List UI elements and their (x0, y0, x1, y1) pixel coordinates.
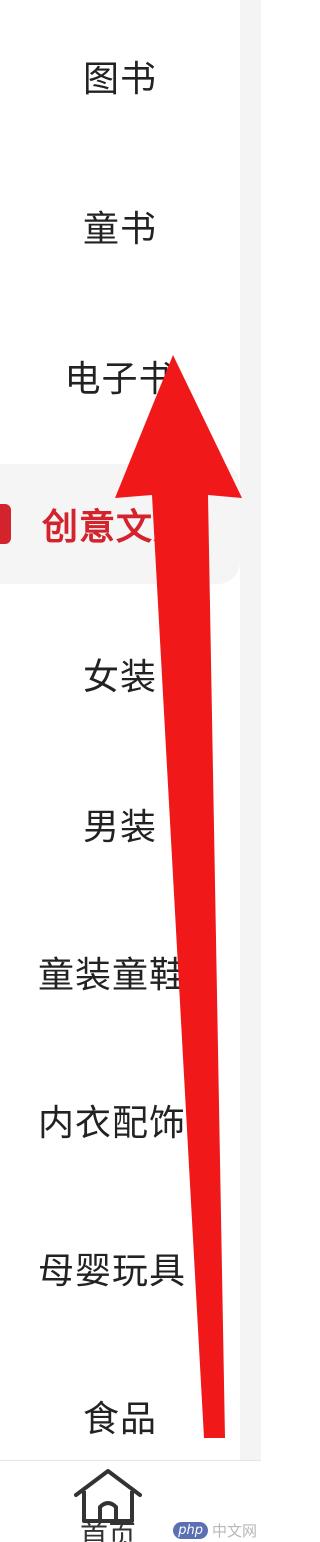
home-icon (74, 1469, 142, 1523)
tab-home-label: 首页 (79, 1519, 136, 1542)
sidebar-item-mens-clothing[interactable]: 男装 (0, 764, 240, 884)
sidebar-item-ebooks[interactable]: 电子书 (0, 316, 240, 436)
sidebar-item-creative-stationery[interactable]: 创意文具 (0, 464, 240, 584)
sidebar-item-food[interactable]: 食品 (0, 1356, 240, 1476)
sidebar-item-womens-clothing[interactable]: 女装 (0, 614, 240, 734)
content-panel-edge (240, 0, 261, 1542)
sidebar-item-baby-toys[interactable]: 母婴玩具 (0, 1208, 240, 1328)
sidebar-item-underwear-accessories[interactable]: 内衣配饰 (0, 1060, 240, 1180)
app-screen: 图书 童书 电子书 创意文具 女装 男装 童装童鞋 内衣配饰 母婴玩具 食品 首… (0, 0, 261, 1542)
watermark: php 中文网 (173, 1520, 257, 1541)
watermark-site: 中文网 (211, 1522, 257, 1540)
watermark-logo: php (173, 1522, 208, 1539)
sidebar-item-childrens-books[interactable]: 童书 (0, 166, 240, 286)
sidebar-item-kids-clothing-shoes[interactable]: 童装童鞋 (0, 912, 240, 1032)
category-sidebar: 图书 童书 电子书 创意文具 女装 男装 童装童鞋 内衣配饰 母婴玩具 食品 (0, 0, 240, 1460)
sidebar-item-books[interactable]: 图书 (0, 16, 240, 136)
tab-home[interactable]: 首页 (58, 1461, 158, 1542)
active-indicator (0, 504, 11, 544)
bottom-tab-bar: 首页 php 中文网 (0, 1460, 261, 1542)
